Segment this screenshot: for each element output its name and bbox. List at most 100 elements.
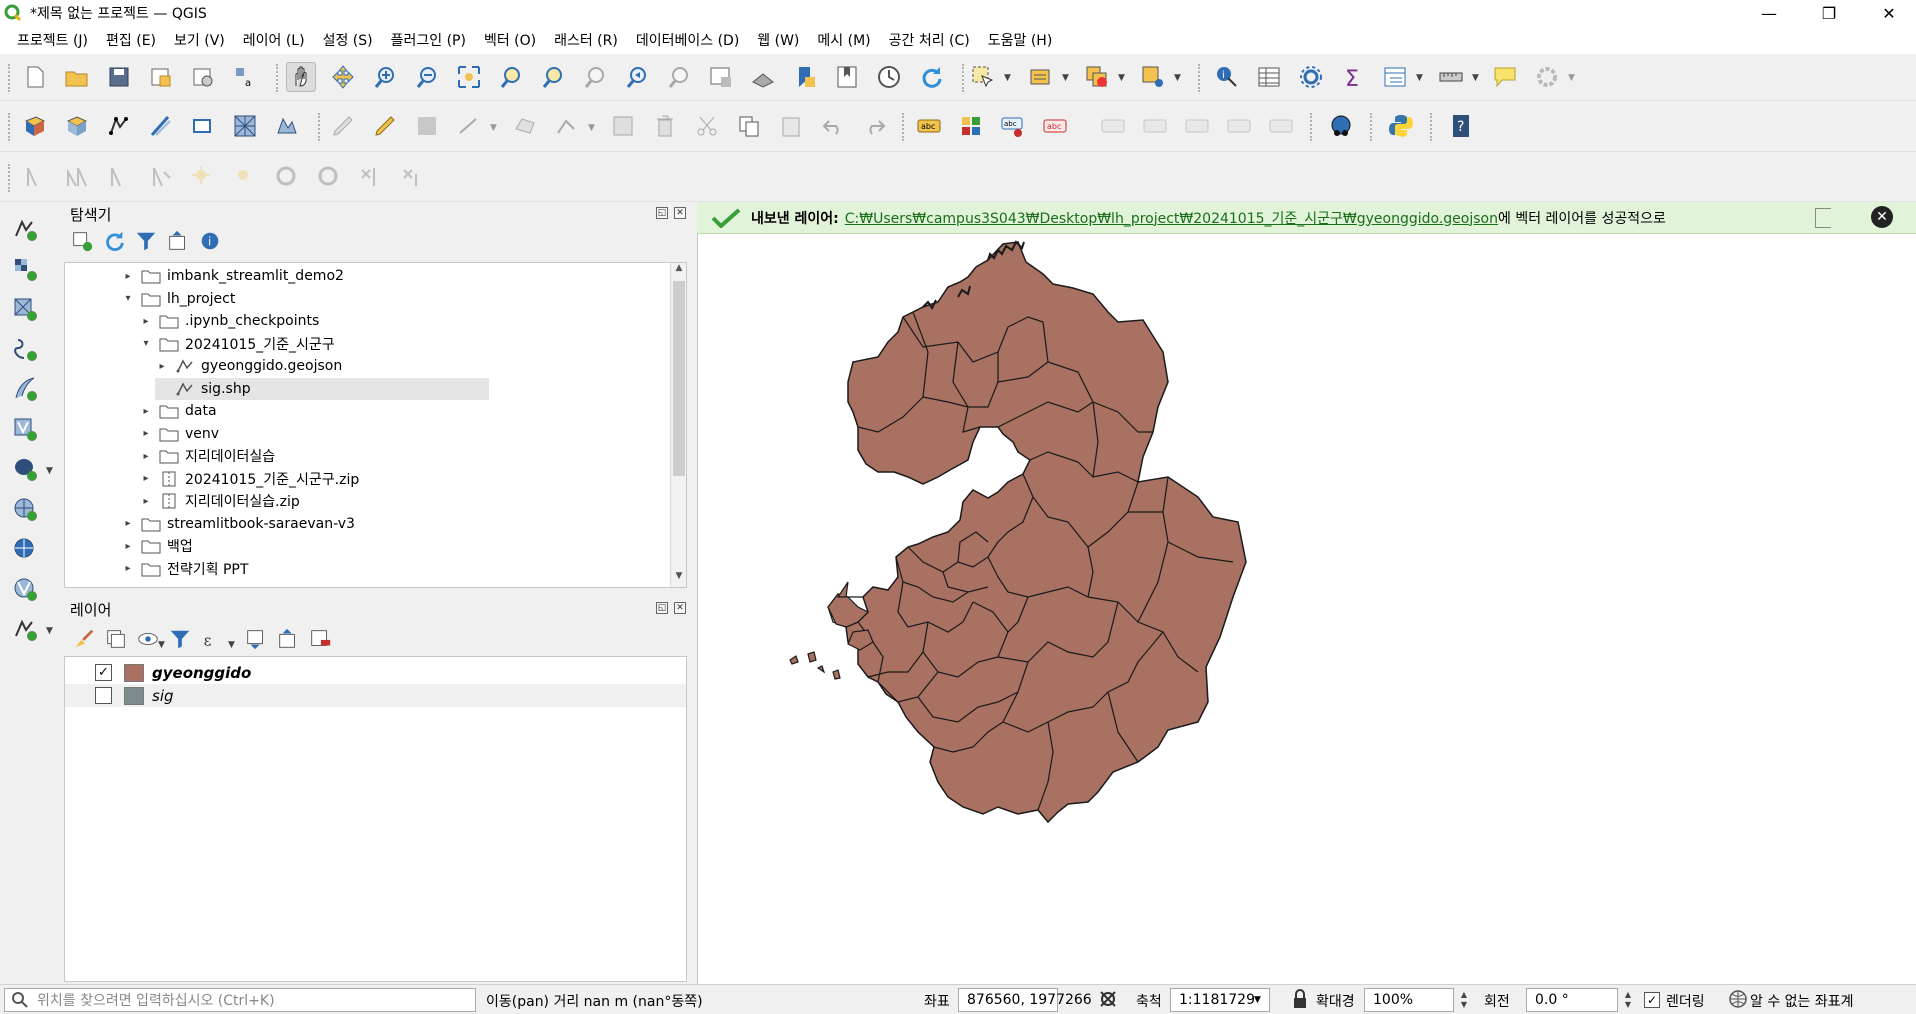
measure-line-icon[interactable] (1436, 62, 1466, 92)
rotate-label-icon[interactable] (1266, 111, 1296, 141)
add-ring-icon[interactable] (188, 162, 218, 192)
highlight-pinned-labels-icon[interactable] (1098, 111, 1128, 141)
new-virtual-layer-icon[interactable] (188, 111, 218, 141)
menu-item[interactable]: 공간 처리 (C) (880, 30, 979, 50)
new-map-view-icon[interactable] (706, 62, 736, 92)
browser-item[interactable]: ▸ 지리데이터실습 (139, 445, 275, 467)
identify-features-icon[interactable]: i (1212, 62, 1242, 92)
digitize-polygon-icon[interactable] (510, 111, 540, 141)
add-postgis-layer-icon[interactable] (10, 454, 40, 484)
advanced-digitize-icon[interactable] (20, 162, 50, 192)
move-label-icon[interactable] (1224, 111, 1254, 141)
new-project-icon[interactable] (20, 62, 50, 92)
layer-visibility-checkbox[interactable] (95, 687, 112, 704)
zoom-next-icon[interactable] (664, 62, 694, 92)
style-manager-icon[interactable]: a (230, 62, 260, 92)
browser-item[interactable]: ▾ 20241015_기준_시군구 (139, 333, 334, 355)
panel-float-button[interactable]: ◱ (656, 207, 668, 219)
browser-item[interactable]: ▸ 백업 (121, 535, 192, 557)
collapsed-arrow-icon[interactable]: ▸ (121, 518, 135, 529)
filter-browser-icon[interactable] (134, 229, 158, 253)
locator-search-input[interactable]: 위치를 찾으려면 입력하십시오 (Ctrl+K) (4, 988, 476, 1012)
new-vector-tile-layer-icon[interactable] (10, 614, 40, 644)
refresh-browser-icon[interactable] (102, 229, 126, 253)
close-button[interactable]: ✕ (1866, 0, 1912, 26)
add-spatialite-layer-icon[interactable] (10, 374, 40, 404)
rotation-spinner[interactable]: ▲ ▼ (1620, 988, 1636, 1012)
menu-item[interactable]: 플러그인 (P) (382, 30, 475, 50)
collapsed-arrow-icon[interactable]: ▸ (139, 451, 153, 462)
browser-scrollbar[interactable]: ▲ ▼ (670, 263, 686, 587)
select-features-icon[interactable] (968, 62, 998, 92)
browser-item[interactable]: sig.shp (155, 377, 489, 400)
layout-manager-icon[interactable] (188, 62, 218, 92)
add-raster-layer-icon[interactable] (10, 254, 40, 284)
layer-item[interactable]: sig (65, 684, 686, 707)
pan-to-selection-icon[interactable] (328, 62, 358, 92)
filter-by-expression-icon[interactable]: ε (200, 627, 224, 651)
layer-item[interactable]: ✓ gyeonggido (65, 661, 686, 684)
collapsed-arrow-icon[interactable]: ▸ (121, 271, 135, 282)
gyeonggi-map[interactable] (698, 202, 1916, 984)
copy-features-icon[interactable] (734, 111, 764, 141)
zoom-native-icon[interactable] (580, 62, 610, 92)
new-spatial-bookmark-icon[interactable] (790, 62, 820, 92)
delete-part-icon[interactable] (356, 162, 386, 192)
browser-item[interactable]: ▸ imbank_streamlit_demo2 (121, 265, 343, 287)
redo-icon[interactable] (860, 111, 890, 141)
collapsed-arrow-icon[interactable]: ▸ (155, 361, 169, 372)
magnifier-field[interactable]: 100% (1364, 988, 1454, 1012)
temporal-controller-icon[interactable] (874, 62, 904, 92)
add-wms-layer-icon[interactable] (10, 494, 40, 524)
diagram-options-icon[interactable] (956, 111, 986, 141)
island-region[interactable] (807, 651, 817, 663)
layers-panel-close-button[interactable]: ✕ (674, 602, 686, 614)
digitize-line-icon[interactable] (454, 111, 484, 141)
toggle-editing-icon[interactable] (370, 111, 400, 141)
island-region[interactable] (816, 665, 826, 674)
menu-item[interactable]: 편집 (E) (97, 30, 165, 50)
manage-visibility-icon[interactable] (136, 627, 160, 651)
collapse-layers-icon[interactable] (276, 627, 300, 651)
rotation-field[interactable]: 0.0 ° (1526, 988, 1618, 1012)
browser-item[interactable]: ▸ data (139, 400, 216, 422)
new-geopackage-layer-icon[interactable] (62, 111, 92, 141)
collapse-all-icon[interactable] (166, 229, 190, 253)
layer-symbol-swatch[interactable] (124, 686, 144, 705)
menu-item[interactable]: 도움말 (H) (979, 30, 1062, 50)
plugin-globe-icon[interactable] (1326, 111, 1356, 141)
settings-gear-icon[interactable] (1532, 62, 1562, 92)
new-mesh-layer-icon[interactable] (230, 111, 260, 141)
lock-scale-icon[interactable] (1292, 989, 1308, 1013)
layer-visibility-checkbox[interactable]: ✓ (95, 664, 112, 681)
layer-diagram-options-icon[interactable]: abc (1040, 111, 1070, 141)
select-by-location-icon[interactable] (1138, 62, 1168, 92)
vertex-tool-icon[interactable] (552, 111, 582, 141)
layers-panel-float-button[interactable]: ◱ (656, 602, 668, 614)
reshape-features-icon[interactable] (398, 162, 428, 192)
new-shapefile-layer-icon[interactable] (104, 111, 134, 141)
data-source-manager-icon[interactable] (20, 111, 50, 141)
zoom-to-selection-icon[interactable] (496, 62, 526, 92)
browser-item[interactable]: ▸ 전략기획 PPT (121, 558, 248, 580)
open-project-icon[interactable] (62, 62, 92, 92)
zoom-last-icon[interactable] (622, 62, 652, 92)
python-console-icon[interactable] (1386, 111, 1416, 141)
new-print-layout-icon[interactable] (146, 62, 176, 92)
new-point-cloud-icon[interactable] (272, 111, 302, 141)
scroll-up-arrow-icon[interactable]: ▲ (671, 263, 686, 279)
menu-item[interactable]: 프로젝트 (J) (8, 30, 97, 50)
collapsed-arrow-icon[interactable]: ▸ (139, 406, 153, 417)
browser-item[interactable]: ▸ gyeonggido.geojson (155, 355, 342, 377)
browser-item[interactable]: ▸ .ipynb_checkpoints (139, 310, 319, 332)
zoom-full-icon[interactable] (454, 62, 484, 92)
statistical-summary-icon[interactable]: Σ (1338, 62, 1368, 92)
menu-item[interactable]: 래스터 (R) (545, 30, 627, 50)
message-details-icon[interactable] (1815, 208, 1831, 228)
expanded-arrow-icon[interactable]: ▾ (121, 293, 135, 304)
island-region[interactable] (789, 655, 799, 665)
select-by-value-icon[interactable] (1026, 62, 1056, 92)
new-temporary-layer-icon[interactable] (146, 111, 176, 141)
filter-legend-icon[interactable] (168, 627, 192, 651)
modify-attributes-icon[interactable] (608, 111, 638, 141)
